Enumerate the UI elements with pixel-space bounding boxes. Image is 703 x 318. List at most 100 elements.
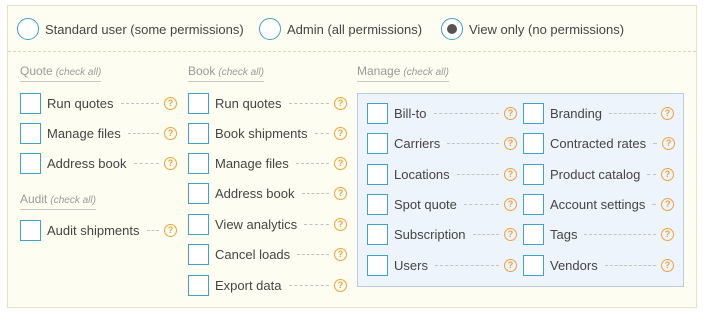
quote-run-quotes-row[interactable]: Run quotes ? [20, 92, 177, 114]
audit-check-all-link[interactable]: (check all) [50, 195, 96, 206]
quote-address-book-row[interactable]: Address book ? [20, 152, 177, 174]
role-view-only-radio[interactable] [441, 18, 463, 40]
role-admin-radio[interactable] [259, 18, 281, 40]
help-icon[interactable]: ? [661, 167, 674, 181]
manage-carriers-label: Carriers [394, 135, 441, 151]
book-export-data-label: Export data [215, 277, 282, 293]
help-icon[interactable]: ? [164, 156, 177, 170]
manage-tags-checkbox[interactable] [523, 223, 544, 245]
book-view-analytics-row[interactable]: View analytics ? [188, 213, 347, 235]
help-icon[interactable]: ? [661, 106, 674, 120]
role-view-only-option[interactable]: View only (no permissions) [441, 18, 624, 40]
manage-bill-to-checkbox[interactable] [367, 102, 388, 124]
help-icon[interactable]: ? [164, 223, 177, 237]
leader-line [584, 234, 656, 235]
manage-account-settings-checkbox[interactable] [523, 193, 544, 215]
book-cancel-loads-row[interactable]: Cancel loads ? [188, 243, 347, 265]
manage-carriers-checkbox[interactable] [367, 132, 388, 154]
help-icon[interactable]: ? [661, 197, 675, 211]
quote-check-all-link[interactable]: (check all) [56, 67, 102, 78]
manage-section-title: Manage [357, 64, 401, 78]
manage-spot-quote-checkbox[interactable] [367, 193, 388, 215]
manage-carriers-row[interactable]: Carriers ? [367, 132, 517, 154]
book-export-data-checkbox[interactable] [188, 274, 209, 296]
help-icon[interactable]: ? [504, 227, 517, 241]
audit-shipments-row[interactable]: Audit shipments ? [20, 219, 177, 241]
book-section-header: Book (check all) [188, 64, 264, 82]
help-icon[interactable]: ? [504, 258, 517, 272]
book-book-shipments-row[interactable]: Book shipments ? [188, 122, 347, 144]
leader-line [301, 193, 329, 194]
help-icon[interactable]: ? [661, 258, 674, 272]
manage-account-settings-row[interactable]: Account settings ? [523, 193, 675, 215]
help-icon[interactable]: ? [662, 136, 676, 150]
help-icon[interactable]: ? [334, 186, 347, 200]
book-book-shipments-checkbox[interactable] [188, 122, 209, 144]
book-view-analytics-checkbox[interactable] [188, 213, 209, 235]
help-icon[interactable]: ? [661, 227, 674, 241]
role-admin-option[interactable]: Admin (all permissions) [259, 18, 422, 40]
leader-line [652, 204, 657, 205]
book-address-book-checkbox[interactable] [188, 182, 209, 204]
quote-address-book-label: Address book [47, 155, 127, 171]
manage-locations-row[interactable]: Locations ? [367, 163, 517, 185]
leader-line [133, 163, 159, 164]
help-icon[interactable]: ? [164, 126, 177, 140]
book-address-book-row[interactable]: Address book ? [188, 182, 347, 204]
book-run-quotes-checkbox[interactable] [188, 92, 209, 114]
manage-users-checkbox[interactable] [367, 254, 388, 276]
quote-manage-files-checkbox[interactable] [20, 122, 41, 144]
manage-product-catalog-checkbox[interactable] [523, 163, 544, 185]
help-icon[interactable]: ? [504, 167, 517, 181]
help-icon[interactable]: ? [504, 136, 517, 150]
help-icon[interactable]: ? [334, 156, 347, 170]
leader-line [304, 224, 329, 225]
help-icon[interactable]: ? [334, 217, 347, 231]
quote-manage-files-row[interactable]: Manage files ? [20, 122, 177, 144]
leader-line [314, 133, 329, 134]
manage-branding-row[interactable]: Branding ? [523, 102, 674, 124]
book-run-quotes-label: Run quotes [215, 95, 282, 111]
manage-spot-quote-row[interactable]: Spot quote ? [367, 193, 517, 215]
help-icon[interactable]: ? [504, 106, 517, 120]
help-icon[interactable]: ? [334, 126, 347, 140]
role-standard-user-radio[interactable] [17, 18, 39, 40]
help-icon[interactable]: ? [334, 96, 347, 110]
role-standard-user-label: Standard user (some permissions) [45, 21, 244, 37]
manage-bill-to-row[interactable]: Bill-to ? [367, 102, 517, 124]
manage-vendors-checkbox[interactable] [523, 254, 544, 276]
audit-shipments-checkbox[interactable] [20, 219, 41, 241]
book-export-data-row[interactable]: Export data ? [188, 274, 347, 296]
book-manage-files-row[interactable]: Manage files ? [188, 152, 347, 174]
book-cancel-loads-checkbox[interactable] [188, 243, 209, 265]
leader-line [295, 163, 329, 164]
manage-section-header: Manage (check all) [357, 64, 449, 82]
manage-contracted-rates-label: Contracted rates [550, 135, 647, 151]
quote-address-book-checkbox[interactable] [20, 152, 41, 174]
manage-tags-row[interactable]: Tags ? [523, 223, 674, 245]
help-icon[interactable]: ? [164, 96, 177, 110]
leader-line [472, 234, 499, 235]
manage-check-all-link[interactable]: (check all) [403, 67, 449, 78]
manage-users-row[interactable]: Users ? [367, 254, 517, 276]
help-icon[interactable]: ? [334, 247, 347, 261]
leader-line [120, 103, 159, 104]
book-check-all-link[interactable]: (check all) [218, 67, 264, 78]
book-run-quotes-row[interactable]: Run quotes ? [188, 92, 347, 114]
leader-line [447, 143, 499, 144]
manage-product-catalog-row[interactable]: Product catalog ? [523, 163, 674, 185]
manage-subscription-row[interactable]: Subscription ? [367, 223, 517, 245]
manage-locations-checkbox[interactable] [367, 163, 388, 185]
manage-subscription-checkbox[interactable] [367, 223, 388, 245]
help-icon[interactable]: ? [334, 278, 347, 292]
manage-contracted-rates-row[interactable]: Contracted rates ? [523, 132, 676, 154]
manage-vendors-row[interactable]: Vendors ? [523, 254, 674, 276]
manage-contracted-rates-checkbox[interactable] [523, 132, 544, 154]
manage-branding-checkbox[interactable] [523, 102, 544, 124]
quote-run-quotes-checkbox[interactable] [20, 92, 41, 114]
quote-section-header: Quote (check all) [20, 64, 102, 82]
book-manage-files-checkbox[interactable] [188, 152, 209, 174]
help-icon[interactable]: ? [504, 197, 517, 211]
quote-run-quotes-label: Run quotes [47, 95, 114, 111]
role-standard-user-option[interactable]: Standard user (some permissions) [17, 18, 244, 40]
